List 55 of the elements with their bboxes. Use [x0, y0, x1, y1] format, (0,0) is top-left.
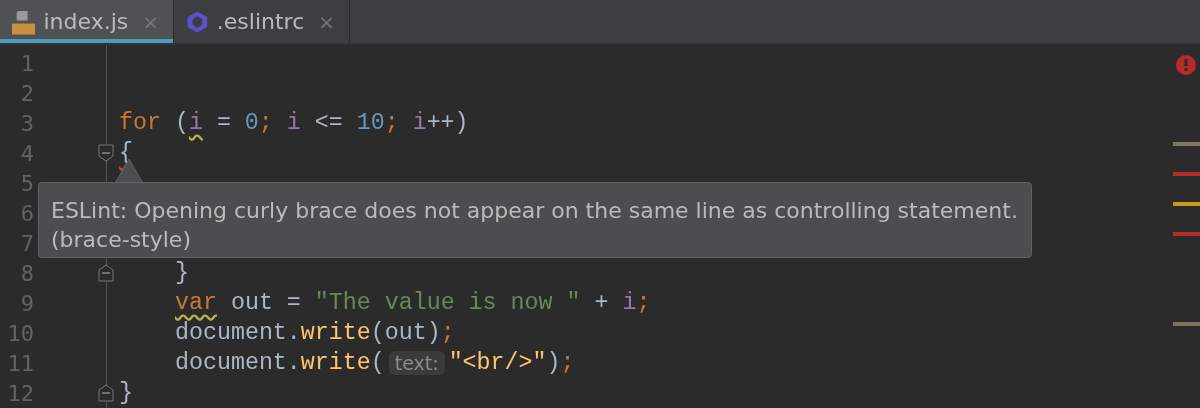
- code-token: <=: [313, 110, 344, 136]
- line-number: 6: [19, 200, 34, 226]
- line-number: 2: [19, 80, 34, 106]
- line-number: 8: [19, 260, 34, 286]
- code-token: ++): [426, 110, 469, 136]
- code-token: write: [300, 350, 371, 376]
- code-token: document.: [175, 350, 301, 376]
- line-number: 9: [19, 290, 34, 316]
- code-token: 0: [244, 110, 259, 136]
- parameter-hint: text:: [388, 351, 445, 375]
- fold-icon[interactable]: [98, 144, 114, 162]
- scroll-marker[interactable]: [1173, 142, 1200, 146]
- code-token: (out): [370, 320, 441, 346]
- code-token: ;: [258, 110, 274, 136]
- error-icon[interactable]: [1176, 55, 1196, 75]
- code-token: (: [370, 350, 385, 376]
- code-token: "The value is now ": [314, 290, 581, 316]
- code-token: var: [175, 290, 217, 316]
- line-number: 4: [19, 140, 34, 166]
- code-token: (: [173, 110, 189, 136]
- code-token: 10: [356, 110, 385, 136]
- scroll-marker[interactable]: [1173, 322, 1200, 326]
- code-token: ;: [636, 290, 651, 316]
- line-number: 10: [6, 320, 34, 346]
- code-token: ): [546, 350, 561, 376]
- code-token: i: [412, 110, 427, 136]
- code-token: i: [286, 110, 301, 136]
- code-token: write: [300, 320, 371, 346]
- scroll-marker[interactable]: [1173, 172, 1200, 176]
- line-number: 7: [19, 230, 34, 256]
- code-token: =: [215, 110, 232, 136]
- fold-icon[interactable]: [98, 264, 114, 282]
- code-token: ;: [440, 320, 455, 346]
- code-token: "<br/>": [448, 350, 547, 376]
- code-token: i: [188, 110, 203, 136]
- code-token: i: [622, 290, 637, 316]
- code-token: for: [119, 110, 161, 136]
- code-token: ;: [560, 350, 575, 376]
- scroll-marker[interactable]: [1173, 202, 1200, 206]
- close-button[interactable]: ×: [318, 9, 335, 34]
- code-token: out =: [229, 290, 302, 316]
- line-number: 5: [19, 170, 34, 196]
- code-token: ;: [384, 110, 400, 136]
- code-token: +: [593, 290, 610, 316]
- line-number: 12: [6, 380, 34, 406]
- scroll-marker[interactable]: [1173, 232, 1200, 236]
- code-token: document.: [175, 320, 301, 346]
- line-number: 1: [19, 50, 34, 76]
- code-token: }: [175, 260, 189, 286]
- fold-icon[interactable]: [98, 384, 114, 402]
- file-tab[interactable]: index.js ×: [0, 0, 174, 43]
- code-token: }: [119, 380, 133, 406]
- error-tooltip: ESLint: Opening curly brace does not appear on the same line as controlling statement. (brace-style): [38, 182, 1032, 258]
- line-number: 11: [6, 350, 34, 376]
- line-number: 3: [19, 110, 34, 136]
